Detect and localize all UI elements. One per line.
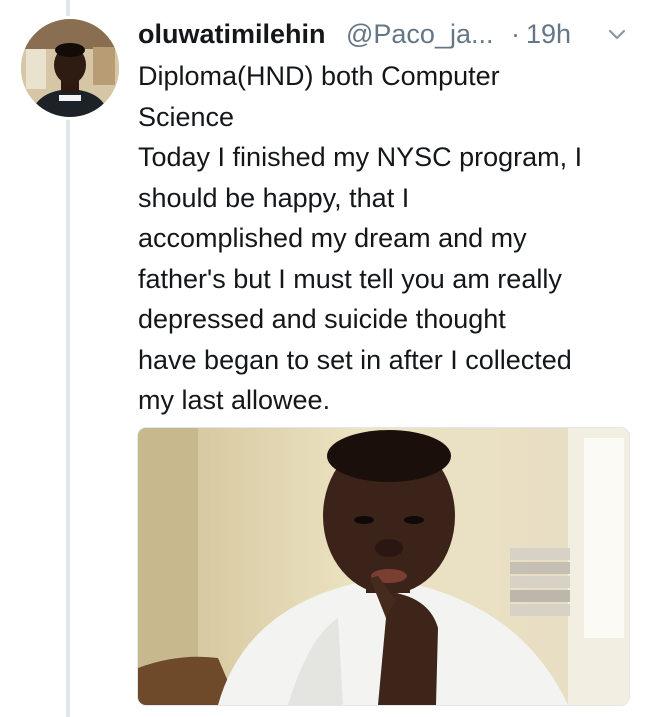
separator-dot: · — [511, 19, 520, 49]
display-name[interactable]: oluwatimilehin — [138, 16, 326, 52]
user-handle[interactable]: @Paco_ja... — [346, 16, 494, 52]
tweet-text-line: depressed and suicide thought — [138, 304, 506, 334]
tweet-text-line: have began to set in after I collected — [138, 344, 572, 375]
tweet-text-line: father's but I must tell you am really — [138, 263, 562, 294]
tweet-text-line: accomplished my dream and my — [138, 223, 527, 253]
tweet-text-line: Today I finished my NYSC program, I — [138, 142, 583, 172]
tweet-text-line: should be happy, that I — [138, 182, 410, 213]
chevron-down-icon[interactable] — [606, 25, 628, 45]
tweet-text-line: my last allowee. — [138, 385, 331, 415]
avatar-photo — [21, 19, 119, 117]
timestamp[interactable]: 19h — [526, 16, 571, 52]
avatar[interactable] — [21, 19, 119, 117]
tweet-text-line: Diploma(HND) both Computer — [138, 61, 500, 91]
tweet-text: Diploma(HND) both Computer Science Today… — [138, 56, 638, 421]
tweet-text-line: Science — [138, 101, 235, 132]
selfie-photo — [138, 428, 629, 705]
tweet-header: oluwatimilehin @Paco_ja... · 19h — [138, 16, 633, 56]
tweet-media-image[interactable] — [137, 427, 630, 706]
